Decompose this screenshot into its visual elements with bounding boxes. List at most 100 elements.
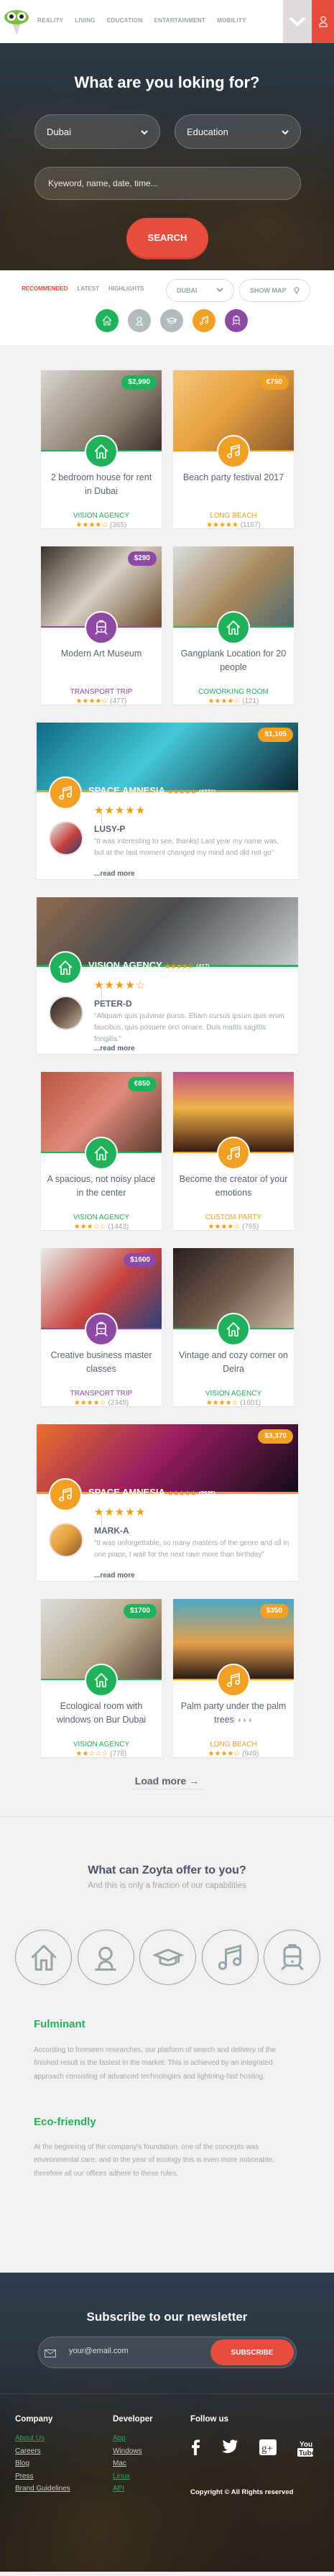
- keyword-input[interactable]: [47, 178, 289, 189]
- show-map-button[interactable]: SHOW MAP: [239, 279, 310, 302]
- tab-latest[interactable]: LATEST: [77, 285, 99, 292]
- agency-link[interactable]: TRANSPORT TRIP: [41, 1390, 162, 1398]
- review-card[interactable]: $3,370 SPACE AMNESIA ★★★★★ (2525) ★★★★★ MAR…: [37, 1424, 298, 1581]
- read-more-link[interactable]: ...read more: [94, 870, 135, 878]
- agency-link[interactable]: CUSTOM PARTY: [173, 1214, 294, 1221]
- venue-stars: ★★★★☆: [164, 963, 194, 970]
- price-badge: $1700: [124, 1604, 157, 1618]
- zoyta-logo[interactable]: [4, 9, 29, 36]
- newsletter-email-input[interactable]: [68, 2346, 204, 2356]
- facebook-icon[interactable]: [190, 2439, 200, 2460]
- card-row: $1700 Ecological room with windows on Bur…: [41, 1599, 334, 1758]
- agency-link[interactable]: COWORKING ROOM: [173, 688, 294, 696]
- music-icon: [49, 1478, 82, 1511]
- footer-link-blog[interactable]: Blog: [15, 2457, 70, 2470]
- footer-link-windows[interactable]: Windows: [113, 2445, 153, 2458]
- star-rating: ★★★★☆: [75, 697, 108, 705]
- train-icon: [264, 1930, 320, 1985]
- city-select-value: Dubai: [47, 126, 71, 137]
- nav-education[interactable]: EDUCATION: [107, 17, 143, 24]
- footer-link-app[interactable]: App: [113, 2432, 153, 2445]
- review-stars: ★★★★★: [94, 805, 147, 817]
- house-icon: [85, 435, 118, 468]
- listing-card[interactable]: Vintage and cozy corner on Deira VISION A…: [173, 1248, 294, 1407]
- footer-link-linux[interactable]: Linux: [113, 2470, 153, 2483]
- footer-link-about-us[interactable]: About Us: [15, 2432, 70, 2445]
- review-text: “It was interesting to see, thanks! Last…: [94, 838, 279, 857]
- card-row: $290 Modern Art Museum TRANSPORT TRIP ★★★★☆…: [41, 546, 334, 705]
- agency-link[interactable]: VISION AGENCY: [41, 1741, 162, 1748]
- listing-card[interactable]: $1700 Ecological room with windows on Bur…: [41, 1599, 162, 1758]
- listing-title: Beach party festival 2017: [182, 472, 284, 482]
- listing-card[interactable]: $1600 Creative business master classes TRA…: [41, 1248, 162, 1407]
- category-train-button[interactable]: [225, 309, 248, 332]
- rating-stars: ★★★★☆ (765): [173, 1223, 294, 1231]
- feature-title: Eco-friendly: [34, 2116, 96, 2128]
- youtube-icon[interactable]: YouTube: [297, 2439, 316, 2460]
- reviewer-avatar: [49, 1523, 83, 1557]
- listing-card[interactable]: €650 A spacious, not noisy place in the c…: [41, 1072, 162, 1231]
- tab-highlights[interactable]: HIGHLIGHTS: [108, 285, 144, 292]
- google-plus-icon[interactable]: g+: [259, 2439, 277, 2460]
- listing-card[interactable]: Gangplank Location for 20 people COWORKIN…: [173, 546, 294, 705]
- listing-card[interactable]: $290 Modern Art Museum TRANSPORT TRIP ★★★★☆…: [41, 546, 162, 705]
- agency-link[interactable]: VISION AGENCY: [41, 1214, 162, 1221]
- review-card[interactable]: $1,105 SPACE AMNESIA ★★★★★ (4321) ★★★★★ LUS…: [37, 723, 298, 879]
- review-stars: ★★★★★: [94, 1506, 147, 1518]
- nav-mobility[interactable]: MOBILITY: [217, 17, 246, 24]
- feature-text: At the beginning of the company's founda…: [34, 2143, 274, 2178]
- nav-reality[interactable]: REALITY: [37, 17, 63, 24]
- read-more-link[interactable]: ...read more: [94, 1045, 135, 1053]
- star-rating: ★★☆☆☆: [75, 1750, 108, 1758]
- twitter-icon[interactable]: [221, 2439, 238, 2460]
- hero-title: What are you loking for?: [74, 73, 260, 91]
- nav-entertainment[interactable]: ENTARTAINMENT: [154, 17, 205, 24]
- listing-title: Become the creator of your emotions: [179, 1174, 288, 1198]
- listing-card[interactable]: $350 Palm party under the palm trees ⍖⍖⍖ L…: [173, 1599, 294, 1758]
- footer-link-brand-guidelines[interactable]: Brand Guidelines: [15, 2483, 70, 2495]
- review-text: “It was unforgettable, so many masters o…: [94, 1539, 289, 1559]
- category-graduation-cap-button[interactable]: [160, 309, 183, 332]
- music-icon: [217, 435, 250, 468]
- tab-recommended[interactable]: RECOMMENDED: [22, 285, 68, 292]
- agency-link[interactable]: TRANSPORT TRIP: [41, 688, 162, 696]
- listing-card[interactable]: $2,990 2 bedroom house for rent in Dubai V…: [41, 370, 162, 529]
- category-house-button[interactable]: [96, 309, 119, 332]
- city-filter-value: DUBAI: [177, 287, 198, 294]
- footer-link-careers[interactable]: Careers: [15, 2445, 70, 2458]
- review-count: (949): [242, 1750, 259, 1758]
- footer-link-press[interactable]: Press: [15, 2470, 70, 2483]
- venue-review-count: (417): [196, 963, 210, 970]
- city-select[interactable]: Dubai: [34, 114, 160, 149]
- category-select[interactable]: Education: [175, 114, 301, 149]
- agency-link[interactable]: VISION AGENCY: [41, 512, 162, 520]
- nav-living[interactable]: LIVING: [75, 17, 95, 24]
- listing-title: Vintage and cozy corner on Deira: [179, 1350, 288, 1374]
- rating-stars: ★★★★☆ (1601): [173, 1399, 294, 1407]
- review-card[interactable]: VISION AGENCY ★★★★☆ (417) ★★★★☆ PETER-D “Al…: [37, 897, 298, 1054]
- menu-dropdown-button[interactable]: [283, 0, 312, 43]
- city-filter-select[interactable]: DUBAI: [166, 279, 234, 302]
- search-button[interactable]: SEARCH: [126, 218, 208, 260]
- copyright: Copyright © All Rights reserved: [190, 2488, 294, 2496]
- venue-stars: ★★★★★: [167, 788, 197, 795]
- footer-link-api[interactable]: API: [113, 2483, 153, 2495]
- venue-name-line: SPACE AMNESIA ★★★★★ (2525): [88, 1487, 215, 1498]
- reviewer-name: MARK-A: [94, 1526, 129, 1536]
- category-music-button[interactable]: [192, 309, 215, 332]
- user-account-button[interactable]: [312, 0, 334, 43]
- price-badge: $3,370: [258, 1429, 293, 1444]
- read-more-link[interactable]: ...read more: [94, 1572, 135, 1580]
- load-more-link[interactable]: Load more →: [131, 1775, 203, 1789]
- footer-divider: [0, 2393, 334, 2394]
- category-person-button[interactable]: [128, 309, 151, 332]
- footer-link-mac[interactable]: Mac: [113, 2457, 153, 2470]
- agency-link[interactable]: VISION AGENCY: [173, 1390, 294, 1398]
- listing-card[interactable]: Become the creator of your emotions CUSTO…: [173, 1072, 294, 1231]
- agency-link[interactable]: LONG BEACH: [173, 1741, 294, 1748]
- subscribe-button[interactable]: SUBSCRIBE: [210, 2339, 294, 2365]
- star-rating: ★★★☆☆: [73, 1223, 106, 1231]
- listing-card[interactable]: €750 Beach party festival 2017 LONG BEACH ★…: [173, 370, 294, 529]
- agency-link[interactable]: LONG BEACH: [173, 512, 294, 520]
- star-rating: ★★★★☆: [73, 1399, 106, 1407]
